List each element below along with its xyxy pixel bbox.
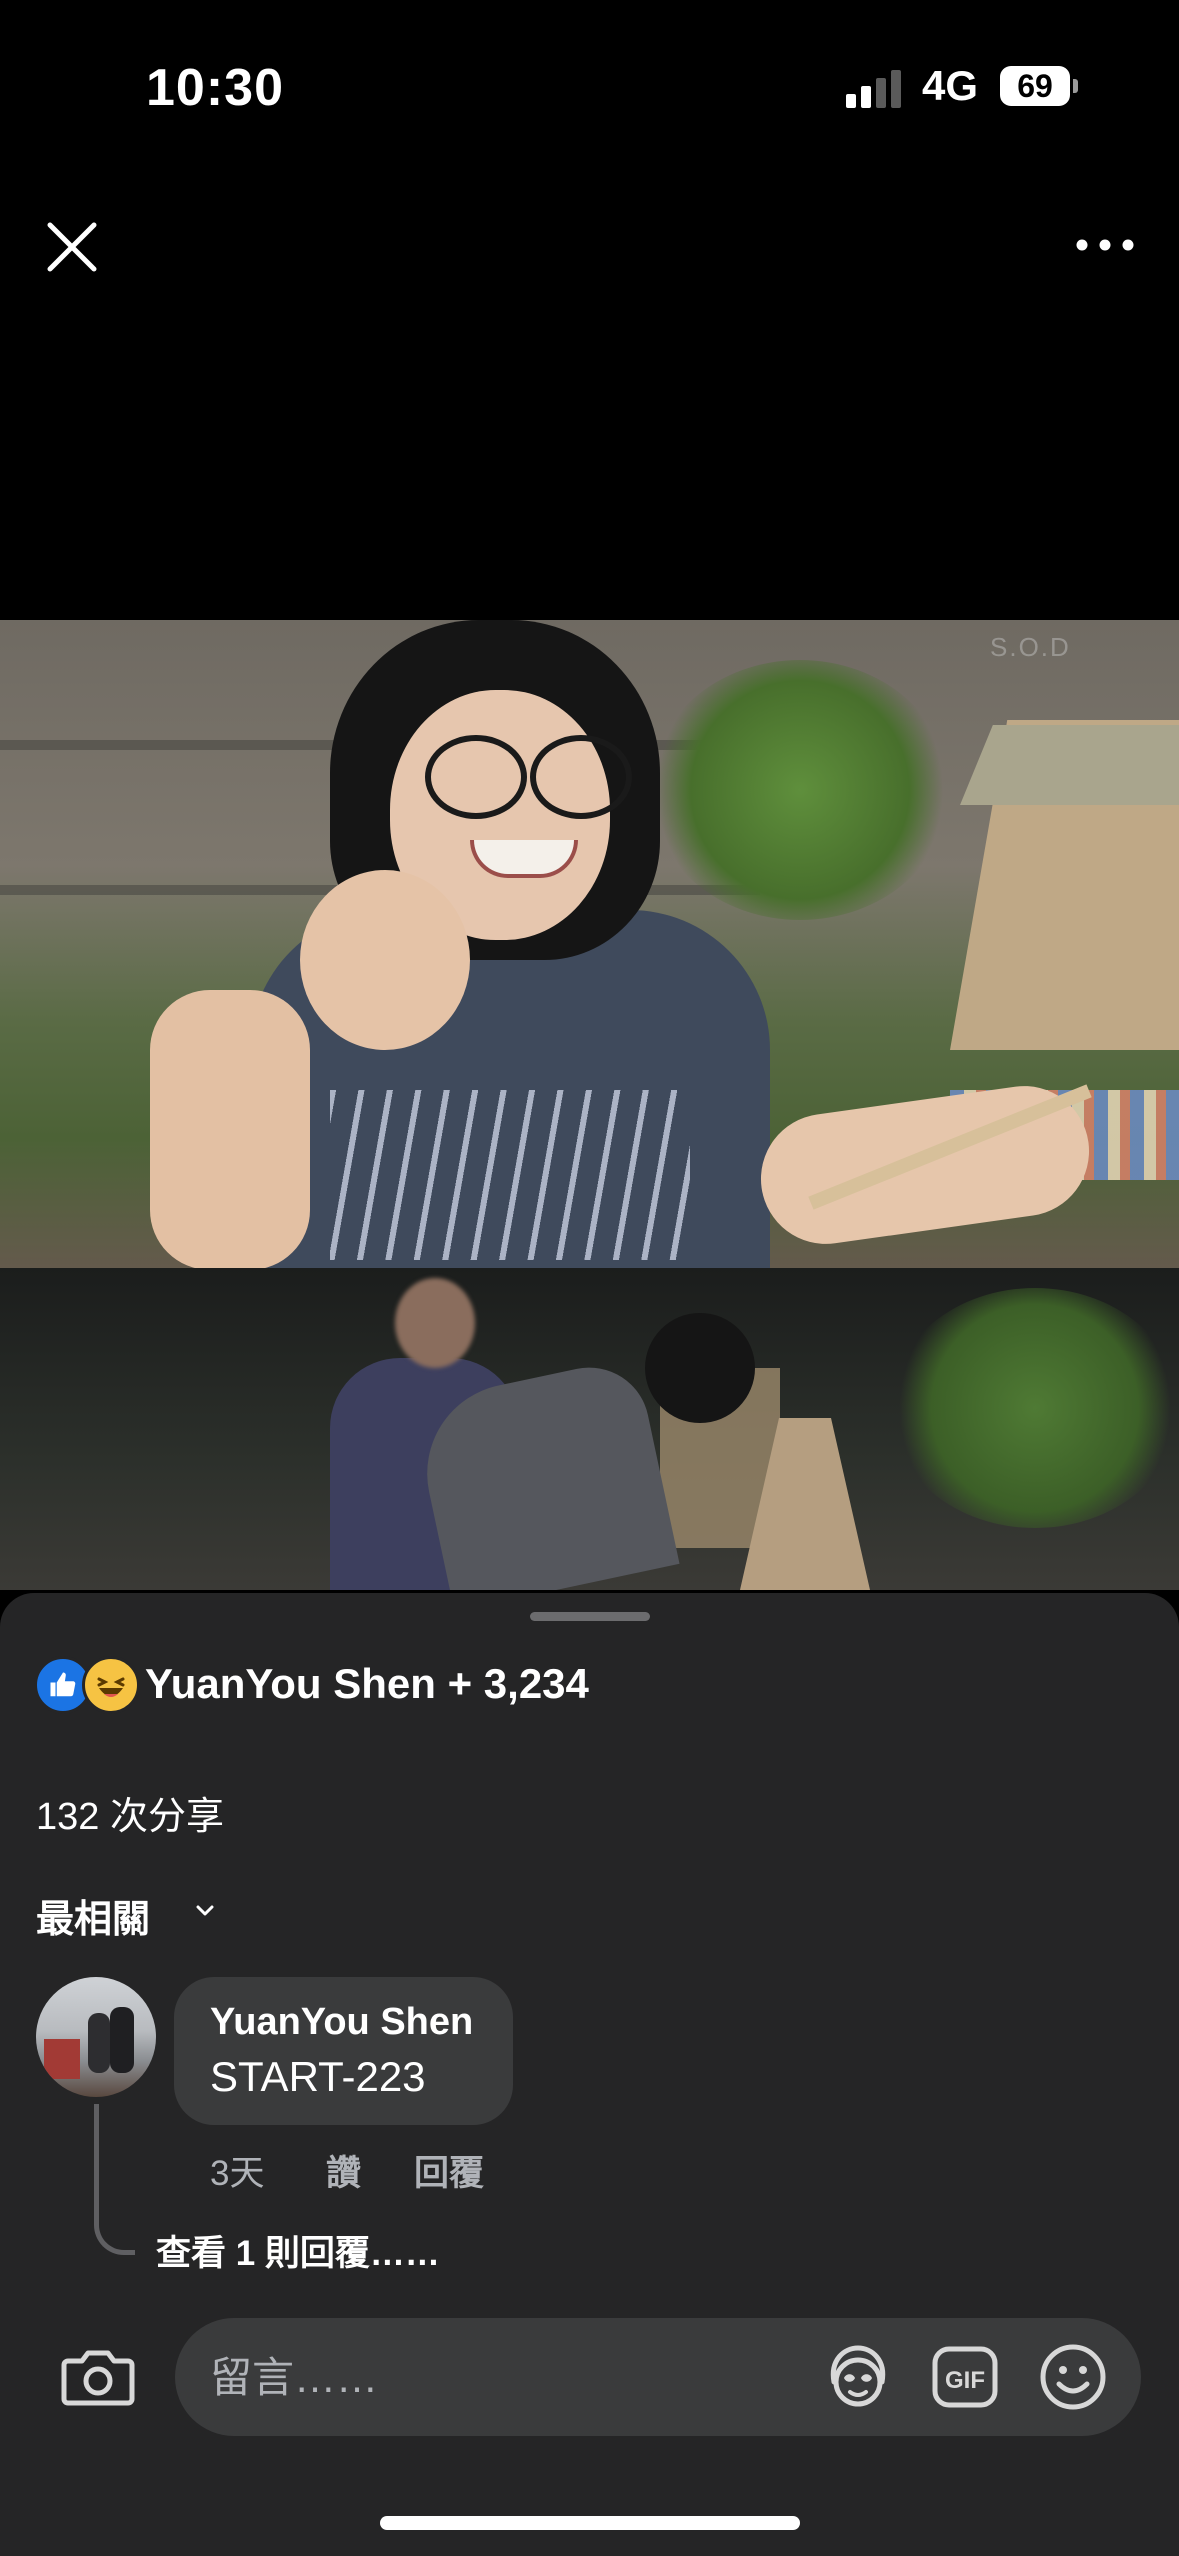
- battery-level: 69: [1017, 67, 1053, 104]
- network-type: 4G: [922, 62, 979, 109]
- sort-dropdown-button[interactable]: [193, 1898, 217, 1922]
- commenter-avatar[interactable]: [36, 1977, 156, 2097]
- video-scene-bottom: [0, 1268, 1179, 1590]
- more-options-button[interactable]: [1070, 225, 1140, 265]
- video-watermark: S.O.D: [990, 632, 1071, 662]
- status-time: 10:30: [146, 59, 284, 117]
- sheet-grabber[interactable]: [530, 1612, 650, 1621]
- comment-text: START-223: [210, 2053, 426, 2100]
- emoji-icon: [1040, 2344, 1106, 2410]
- video-player[interactable]: S.O.D: [0, 620, 1179, 1590]
- person-arm: [150, 990, 310, 1270]
- comment-bubble[interactable]: [174, 1977, 513, 2125]
- avatar-sticker-icon: [830, 2345, 886, 2407]
- camera-button[interactable]: [60, 2345, 136, 2409]
- emoji-button[interactable]: [1038, 2342, 1108, 2412]
- comment-like-button[interactable]: 讚: [326, 2145, 361, 2196]
- comment-author[interactable]: YuanYou Shen: [210, 2001, 473, 2044]
- more-horizontal-icon: [1076, 239, 1134, 251]
- glasses-lens: [530, 735, 632, 819]
- glasses-lens: [425, 735, 527, 819]
- close-icon: [47, 222, 97, 272]
- camera-icon: [61, 2350, 135, 2406]
- gif-button[interactable]: GIF: [932, 2346, 998, 2408]
- thumbs-up-hand: [300, 870, 470, 1050]
- shirt-print: [330, 1090, 690, 1260]
- reactions-summary[interactable]: YuanYou Shen + 3,234: [145, 1660, 589, 1708]
- man-head-blurred: [395, 1278, 475, 1368]
- video-scene-top: S.O.D: [0, 620, 1179, 1270]
- view-replies-link[interactable]: 查看 1 則回覆……: [156, 2225, 440, 2276]
- avatar-sticker-button[interactable]: [822, 2342, 894, 2412]
- battery-icon: 69: [1000, 66, 1070, 106]
- comment-reply-button[interactable]: 回覆: [414, 2145, 484, 2196]
- gif-icon: GIF: [932, 2346, 998, 2408]
- woman-head: [645, 1313, 755, 1423]
- tree-foliage: [650, 660, 950, 920]
- reaction-icons[interactable]: [34, 1656, 140, 1714]
- close-button[interactable]: [40, 215, 104, 279]
- gif-label: GIF: [945, 2367, 985, 2394]
- tent-roof: [960, 725, 1179, 805]
- comment-timestamp: 3天: [210, 2154, 265, 2193]
- comment-input[interactable]: [210, 2350, 790, 2406]
- reply-thread-line: [94, 2104, 135, 2255]
- home-indicator[interactable]: [380, 2516, 800, 2530]
- signal-strength-icon: [846, 66, 906, 108]
- tree-foliage: [890, 1288, 1179, 1528]
- battery-tip: [1073, 79, 1078, 93]
- sort-dropdown-label[interactable]: 最相關: [36, 1888, 150, 1943]
- chevron-down-icon: [196, 1905, 214, 1916]
- haha-reaction-icon: [82, 1656, 140, 1714]
- shares-count[interactable]: 132 次分享: [36, 1785, 224, 1840]
